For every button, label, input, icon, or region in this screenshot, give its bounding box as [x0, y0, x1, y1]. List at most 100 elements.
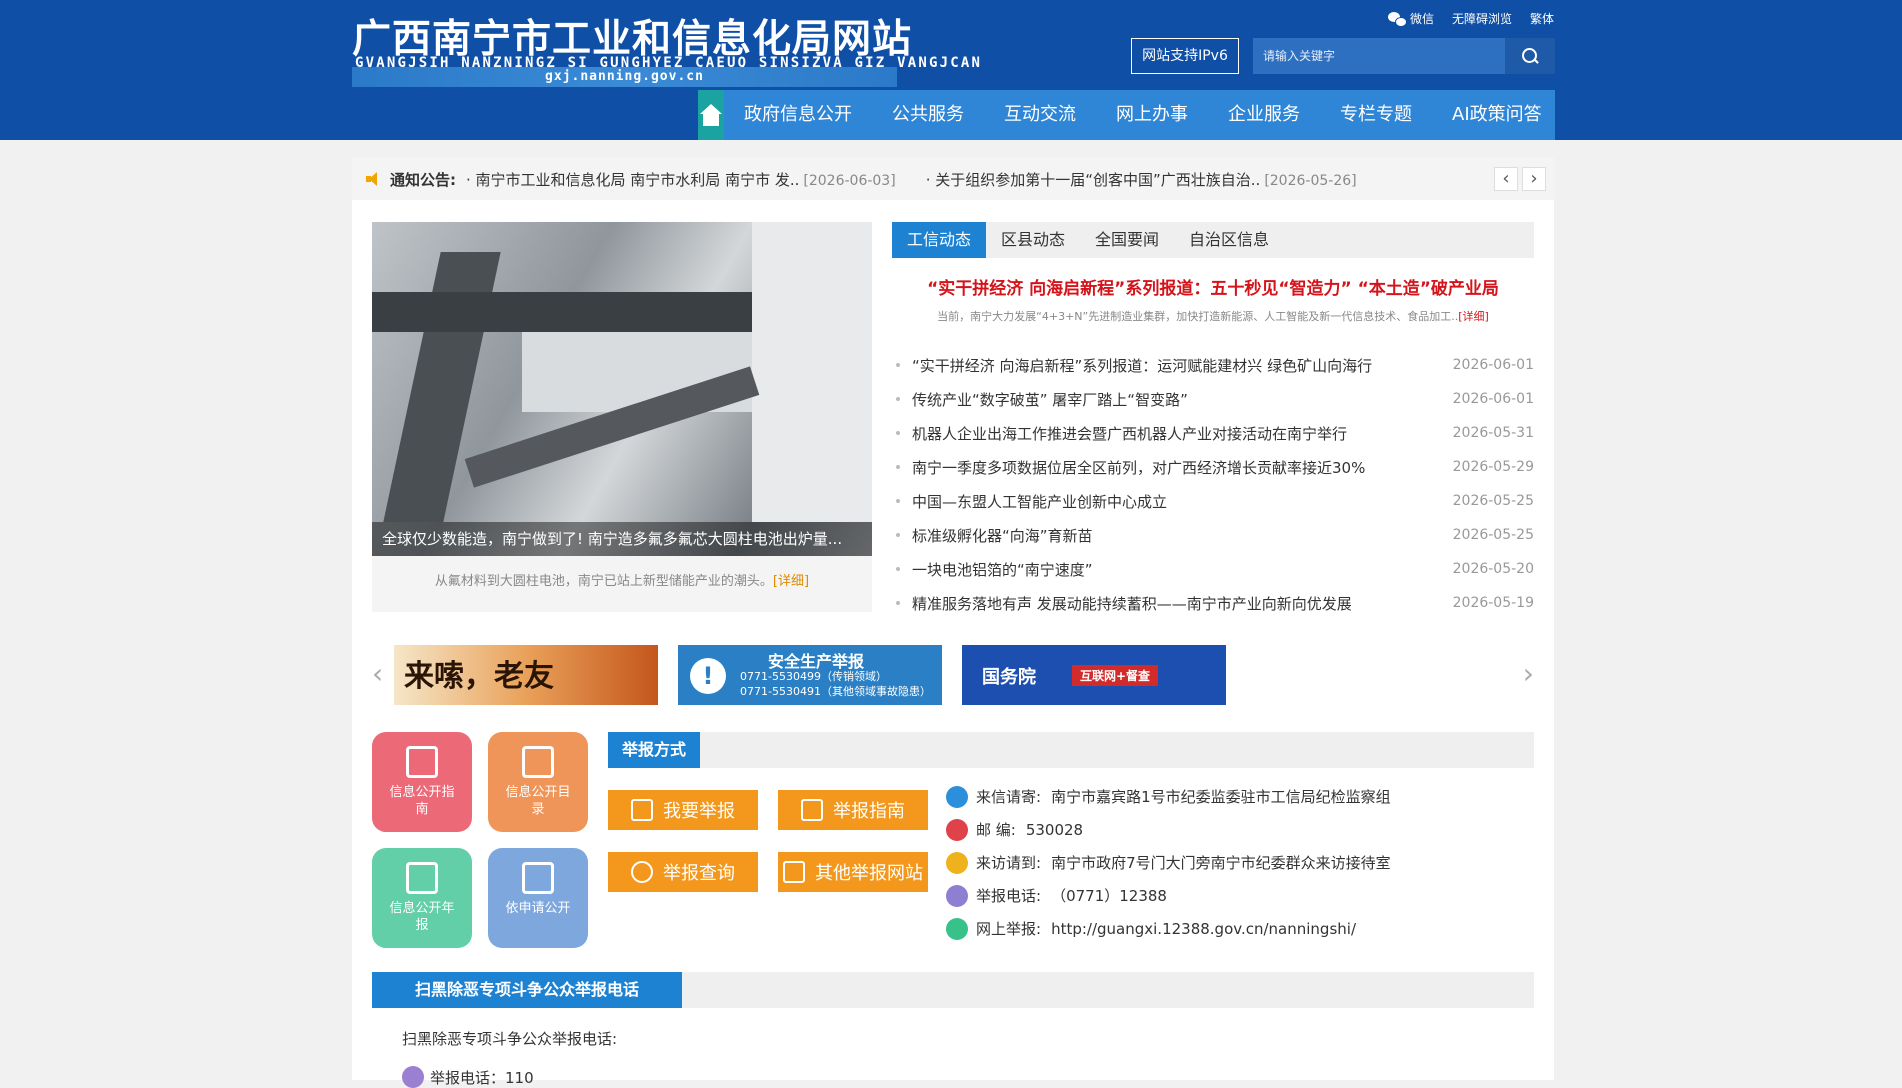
- nav-item-topics[interactable]: 专栏专题: [1320, 90, 1432, 140]
- chevron-right-icon[interactable]: ›: [1523, 660, 1534, 688]
- tab-industry-news[interactable]: 工信动态: [892, 222, 987, 258]
- other-report-sites-button[interactable]: 其他举报网站: [778, 852, 928, 892]
- tile-label: 信息公开年报: [389, 901, 455, 933]
- tab-county-news[interactable]: 区县动态: [986, 222, 1080, 258]
- contact-key: 来信请寄:: [976, 788, 1042, 806]
- list-item[interactable]: 标准级孵化器“向海”育新苗 2026-05-25: [896, 518, 1534, 552]
- headline-summary-text: 当前，南宁大力发展“4+3+N”先进制造业集群，加快打造新能源、人工智能及新一代…: [937, 310, 1459, 323]
- nav-item-public-service[interactable]: 公共服务: [872, 90, 984, 140]
- banner-state-council-title: 国务院: [982, 667, 1036, 688]
- slide-photo[interactable]: [372, 222, 872, 556]
- news-title: 一块电池铝箔的“南宁速度”: [896, 559, 1093, 580]
- notice-item[interactable]: · 南宁市工业和信息化局 南宁市水利局 南宁市 发.. [2026-06-03]: [466, 169, 896, 190]
- search-button[interactable]: [1505, 38, 1555, 74]
- edit-icon: [631, 799, 653, 821]
- tile-info-catalog[interactable]: 信息公开目录: [488, 732, 588, 832]
- contact-value: 南宁市政府7号门大门旁南宁市纪委群众来访接待室: [1051, 854, 1391, 872]
- slide-caption[interactable]: 全球仅少数能造，南宁做到了! 南宁造多氟多氟芯大圆柱电池出炉量...: [372, 522, 872, 556]
- news-tabs: 工信动态 区县动态 全国要闻 自治区信息: [892, 222, 1534, 258]
- slide-more-link[interactable]: [详细]: [773, 574, 809, 589]
- tab-region-info[interactable]: 自治区信息: [1174, 222, 1284, 258]
- news-date: 2026-05-31: [1452, 425, 1534, 441]
- search-icon: [1521, 47, 1539, 65]
- report-button[interactable]: 我要举报: [608, 790, 758, 830]
- nav-item-ai-policy[interactable]: AI政策问答: [1432, 90, 1562, 140]
- contact-visit: 来访请到: 南宁市政府7号门大门旁南宁市纪委群众来访接待室: [946, 846, 1536, 879]
- news-title: 中国—东盟人工智能产业创新中心成立: [896, 491, 1167, 512]
- news-title: 精准服务落地有声 发展动能持续蓄积——南宁市产业向新向优发展: [896, 593, 1352, 614]
- nav-home[interactable]: [698, 90, 724, 140]
- notice-date: [2026-05-26]: [1264, 172, 1357, 189]
- notice-bar: 通知公告: · 南宁市工业和信息化局 南宁市水利局 南宁市 发.. [2026-0…: [352, 158, 1554, 200]
- list-icon: [522, 746, 554, 778]
- tile-annual-report[interactable]: 信息公开年报: [372, 848, 472, 948]
- headline-more-link[interactable]: [详细]: [1458, 310, 1489, 323]
- notice-label: 通知公告:: [390, 170, 456, 189]
- tile-label: 信息公开目录: [505, 785, 571, 817]
- contact-online: 网上举报: http://guangxi.12388.gov.cn/nanning…: [946, 912, 1536, 945]
- banner-state-council-tag: 互联网+督查: [1072, 665, 1159, 686]
- banner-state-council[interactable]: 国务院 互联网+督查: [962, 645, 1226, 705]
- search-box: [1253, 38, 1555, 74]
- accessible-link[interactable]: 无障碍浏览: [1452, 10, 1512, 27]
- contact-key: 邮 编:: [976, 821, 1016, 839]
- list-item[interactable]: 中国—东盟人工智能产业创新中心成立 2026-05-25: [896, 484, 1534, 518]
- main-content: 通知公告: · 南宁市工业和信息化局 南宁市水利局 南宁市 发.. [2026-0…: [352, 158, 1554, 1088]
- notice-item[interactable]: · 关于组织参加第十一届“创客中国”广西壮族自治.. [2026-05-26]: [926, 169, 1357, 190]
- tile-apply-disclosure[interactable]: 依申请公开: [488, 848, 588, 948]
- news-date: 2026-06-01: [1452, 357, 1534, 373]
- contact-key: 来访请到:: [976, 854, 1042, 872]
- building-icon: [946, 851, 968, 874]
- news-date: 2026-05-20: [1452, 561, 1534, 577]
- chevron-left-icon[interactable]: ‹: [372, 660, 383, 688]
- list-item[interactable]: “实干拼经济 向海启新程”系列报道：运河赋能建材兴 绿色矿山向海行 2026-06…: [896, 348, 1534, 382]
- contact-key: 网上举报:: [976, 920, 1042, 938]
- headline-title[interactable]: “实干拼经济 向海启新程”系列报道：五十秒见“智造力” “本土造”破产业局: [892, 274, 1534, 299]
- heie-text: 扫黑除恶专项斗争公众举报电话:: [402, 1030, 618, 1048]
- heie-phone-text: 举报电话：110: [430, 1068, 534, 1087]
- home-icon: [698, 104, 724, 126]
- news-date: 2026-05-25: [1452, 493, 1534, 509]
- site-domain: gxj.nanning.gov.cn: [545, 69, 704, 84]
- news-date: 2026-05-25: [1452, 527, 1534, 543]
- ipv6-badge[interactable]: 网站支持IPv6: [1131, 38, 1239, 74]
- contact-mail: 来信请寄: 南宁市嘉宾路1号市纪委监委驻市工信局纪检监察组: [946, 780, 1536, 813]
- search-input[interactable]: [1253, 38, 1503, 74]
- list-item[interactable]: 机器人企业出海工作推进会暨广西机器人产业对接活动在南宁举行 2026-05-31: [896, 416, 1534, 450]
- list-item[interactable]: 传统产业“数字破茧” 屠宰厂踏上“智变路” 2026-06-01: [896, 382, 1534, 416]
- top-links: 微信 无障碍浏览 繁体: [1387, 10, 1554, 27]
- list-item[interactable]: 南宁一季度多项数据位居全区前列，对广西经济增长贡献率接近30% 2026-05-2…: [896, 450, 1534, 484]
- traditional-link[interactable]: 繁体: [1530, 10, 1554, 27]
- wechat-link[interactable]: 微信: [1387, 10, 1434, 27]
- banner-safety-phones: 0771-5530499（传销领域） 0771-5530491（其他领域事故隐患）: [740, 669, 931, 699]
- tab-national-news[interactable]: 全国要闻: [1080, 222, 1174, 258]
- photo-slideshow[interactable]: 全球仅少数能造，南宁做到了! 南宁造多氟多氟芯大圆柱电池出炉量... 从氟材料到…: [372, 222, 872, 612]
- report-guide-button[interactable]: 举报指南: [778, 790, 928, 830]
- report-query-label: 举报查询: [663, 863, 735, 884]
- list-item[interactable]: 一块电池铝箔的“南宁速度” 2026-05-20: [896, 552, 1534, 586]
- notice-next-button[interactable]: ›: [1522, 167, 1546, 191]
- document-edit-icon: [406, 746, 438, 778]
- contact-postcode: 邮 编: 530028: [946, 813, 1536, 846]
- nav-item-gov-info[interactable]: 政府信息公开: [724, 90, 872, 140]
- grid-icon: [522, 862, 554, 894]
- nav-item-enterprise[interactable]: 企业服务: [1208, 90, 1320, 140]
- nav-item-online-service[interactable]: 网上办事: [1096, 90, 1208, 140]
- banner-laoyou[interactable]: 来嗦，老友: [394, 645, 658, 705]
- contact-phone: 举报电话: （0771）12388: [946, 879, 1536, 912]
- list-item[interactable]: 精准服务落地有声 发展动能持续蓄积——南宁市产业向新向优发展 2026-05-19: [896, 586, 1534, 620]
- notice-title: · 关于组织参加第十一届“创客中国”广西壮族自治..: [925, 170, 1261, 189]
- report-section-header: 举报方式: [608, 732, 1534, 768]
- tile-info-guide[interactable]: 信息公开指南: [372, 732, 472, 832]
- report-query-button[interactable]: 举报查询: [608, 852, 758, 892]
- mail-icon: [946, 785, 968, 808]
- news-title: 传统产业“数字破茧” 屠宰厂踏上“智变路”: [896, 389, 1188, 410]
- banner-safety-report[interactable]: ! 安全生产举报 0771-5530499（传销领域） 0771-5530491（…: [678, 645, 942, 705]
- nav-item-interaction[interactable]: 互动交流: [984, 90, 1096, 140]
- notice-prev-button[interactable]: ‹: [1494, 167, 1518, 191]
- contact-link[interactable]: http://guangxi.12388.gov.cn/nanningshi/: [1051, 920, 1356, 938]
- phone-icon: [402, 1066, 424, 1088]
- search-icon: [631, 861, 653, 883]
- news-title: 机器人企业出海工作推进会暨广西机器人产业对接活动在南宁举行: [896, 423, 1347, 444]
- contact-value: （0771）12388: [1051, 887, 1167, 905]
